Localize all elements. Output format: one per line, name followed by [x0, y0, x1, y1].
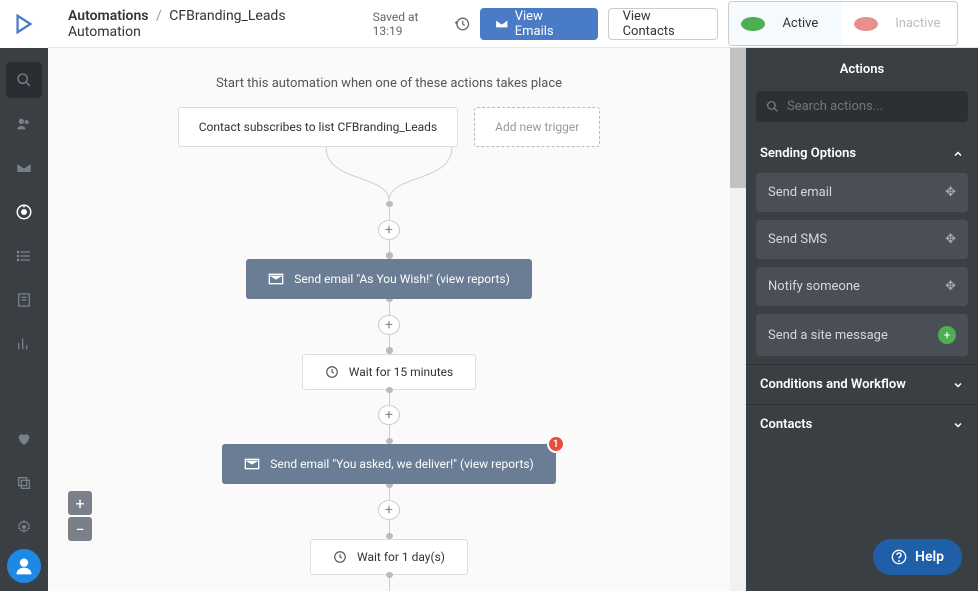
email-node[interactable]: Send email "As You Wish!" (view reports)	[246, 259, 532, 299]
mail-icon	[268, 271, 284, 287]
nav-settings[interactable]	[6, 509, 42, 545]
chevron-down-icon	[952, 379, 964, 391]
nav-lists[interactable]	[6, 238, 42, 274]
scrollbar-track[interactable]	[730, 48, 746, 591]
saved-timestamp: Saved at 13:19	[373, 10, 471, 38]
view-contacts-button[interactable]: View Contacts	[608, 8, 719, 40]
help-icon	[891, 549, 907, 565]
status-toggle[interactable]: Active Inactive	[728, 1, 958, 46]
scrollbar-thumb[interactable]	[730, 48, 746, 188]
breadcrumb-root[interactable]: Automations	[68, 8, 149, 24]
panel-title: Actions	[746, 48, 978, 91]
search-icon	[766, 100, 779, 113]
chevron-up-icon	[952, 148, 964, 160]
nav-forms[interactable]	[6, 282, 42, 318]
clock-icon	[325, 365, 339, 379]
action-site-message[interactable]: Send a site message+	[756, 314, 968, 356]
action-notify[interactable]: Notify someone✥	[756, 267, 968, 306]
notification-badge[interactable]: 1	[547, 435, 565, 453]
app-logo[interactable]	[0, 0, 48, 48]
help-button[interactable]: Help	[873, 539, 962, 575]
move-icon: ✥	[945, 185, 956, 200]
search-input[interactable]	[787, 99, 958, 114]
nav-favorites[interactable]	[6, 421, 42, 457]
nav-search[interactable]	[6, 62, 42, 98]
nav-campaigns[interactable]	[6, 150, 42, 186]
add-step-button[interactable]: +	[378, 500, 400, 520]
wait-node[interactable]: Wait for 15 minutes	[302, 354, 477, 390]
nav-reports[interactable]	[6, 326, 42, 362]
action-send-email[interactable]: Send email✥	[756, 173, 968, 212]
section-contacts[interactable]: Contacts	[746, 404, 978, 444]
history-icon[interactable]	[455, 16, 470, 32]
action-send-sms[interactable]: Send SMS✥	[756, 220, 968, 259]
trigger-node[interactable]: Contact subscribes to list CFBranding_Le…	[178, 107, 458, 147]
user-avatar[interactable]	[7, 549, 41, 583]
add-step-button[interactable]: +	[378, 315, 400, 335]
section-sending-options[interactable]: Sending Options	[746, 134, 978, 173]
status-inactive[interactable]: Inactive	[842, 2, 958, 45]
automation-canvas[interactable]: Start this automation when one of these …	[48, 48, 746, 591]
view-emails-button[interactable]: View Emails	[480, 8, 597, 40]
zoom-out-button[interactable]: −	[68, 517, 92, 541]
nav-copy[interactable]	[6, 465, 42, 501]
nav-automations[interactable]	[6, 194, 42, 230]
move-icon: ✥	[945, 232, 956, 247]
chevron-down-icon	[952, 419, 964, 431]
plus-icon: +	[938, 326, 956, 344]
connector-merge	[239, 147, 539, 201]
nav-contacts[interactable]	[6, 106, 42, 142]
add-step-button[interactable]: +	[378, 220, 400, 240]
zoom-in-button[interactable]: +	[68, 491, 92, 515]
email-node[interactable]: 1 Send email "You asked, we deliver!" (v…	[222, 444, 556, 484]
add-step-button[interactable]: +	[378, 405, 400, 425]
clock-icon	[333, 550, 347, 564]
move-icon: ✥	[945, 279, 956, 294]
mail-icon	[244, 456, 260, 472]
add-trigger-node[interactable]: Add new trigger	[474, 107, 600, 147]
breadcrumb: Automations / CFBranding_Leads Automatio…	[68, 8, 353, 40]
status-active[interactable]: Active	[729, 2, 842, 45]
mail-icon	[495, 17, 509, 31]
panel-search[interactable]	[756, 91, 968, 122]
flow-start-label: Start this automation when one of these …	[216, 76, 562, 91]
wait-node[interactable]: Wait for 1 day(s)	[310, 539, 468, 575]
section-conditions[interactable]: Conditions and Workflow	[746, 364, 978, 404]
